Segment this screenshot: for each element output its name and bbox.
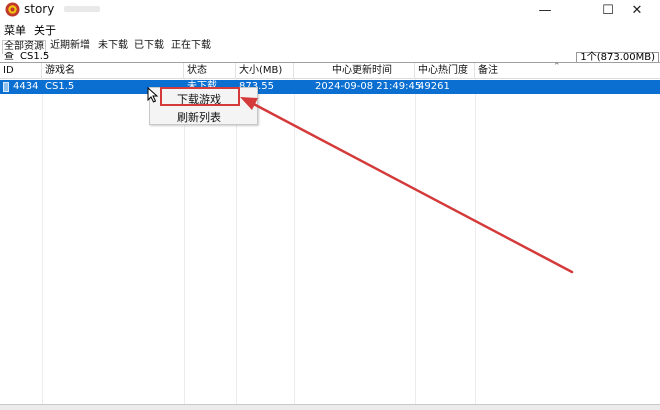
grid-line xyxy=(415,79,416,409)
title-bar: story — ☐ ✕ xyxy=(0,0,660,21)
menu-item-menu[interactable]: 菜单 xyxy=(4,22,26,38)
column-popularity[interactable]: 中心热门度 xyxy=(415,63,475,79)
search-input[interactable]: CS1.5 xyxy=(20,52,49,62)
search-label: 查 xyxy=(4,52,14,62)
row-game-icon xyxy=(3,82,9,92)
table-header: ID 游戏名 状态 大小(MB) 中心更新时间 中心热门度 备注 ⌃ xyxy=(0,62,660,79)
cell-note xyxy=(475,80,478,94)
column-status[interactable]: 状态 xyxy=(184,63,236,79)
maximize-icon: ☐ xyxy=(602,3,614,18)
window-title: story xyxy=(24,2,55,16)
cell-name: CS1.5 xyxy=(45,81,75,92)
status-bar xyxy=(0,404,660,410)
cell-id: 4434 xyxy=(13,81,39,92)
table-row[interactable]: 4434 CS1.5 未下载 873.55 2024-09-08 21:49:4… xyxy=(0,80,660,94)
tab-bar: 全部资源 近期新增 未下载 已下载 正在下载 xyxy=(0,39,660,54)
sort-indicator-icon: ⌃ xyxy=(553,62,561,72)
column-note[interactable]: 备注 xyxy=(475,63,660,79)
minimize-icon: — xyxy=(538,3,552,18)
close-button[interactable]: ✕ xyxy=(614,0,660,21)
minimize-button[interactable]: — xyxy=(522,0,568,21)
cell-popularity: 49261 xyxy=(418,81,450,92)
game-table: ID 游戏名 状态 大小(MB) 中心更新时间 中心热门度 备注 ⌃ 4434 … xyxy=(0,62,660,409)
menu-refresh-list[interactable]: 刷新列表 xyxy=(150,109,257,126)
mouse-cursor-icon xyxy=(147,87,159,103)
column-id[interactable]: ID xyxy=(0,63,42,79)
search-row: 查 CS1.5 xyxy=(0,52,588,62)
app-emblem-icon xyxy=(5,2,20,17)
title-blurred-text xyxy=(64,6,100,12)
menu-bar: 菜单 关于 xyxy=(0,21,660,39)
grid-line xyxy=(184,79,185,409)
column-size[interactable]: 大小(MB) xyxy=(236,63,294,79)
menu-item-about[interactable]: 关于 xyxy=(34,22,56,38)
grid-line xyxy=(475,79,476,409)
column-updated[interactable]: 中心更新时间 xyxy=(294,63,415,79)
grid-line xyxy=(42,79,43,409)
cell-updated: 2024-09-08 21:49:45 xyxy=(315,81,422,92)
grid-line xyxy=(236,79,237,409)
column-name[interactable]: 游戏名 xyxy=(42,63,184,79)
close-icon: ✕ xyxy=(631,3,643,18)
grid-line xyxy=(294,79,295,409)
annotation-highlight-box xyxy=(160,87,240,106)
